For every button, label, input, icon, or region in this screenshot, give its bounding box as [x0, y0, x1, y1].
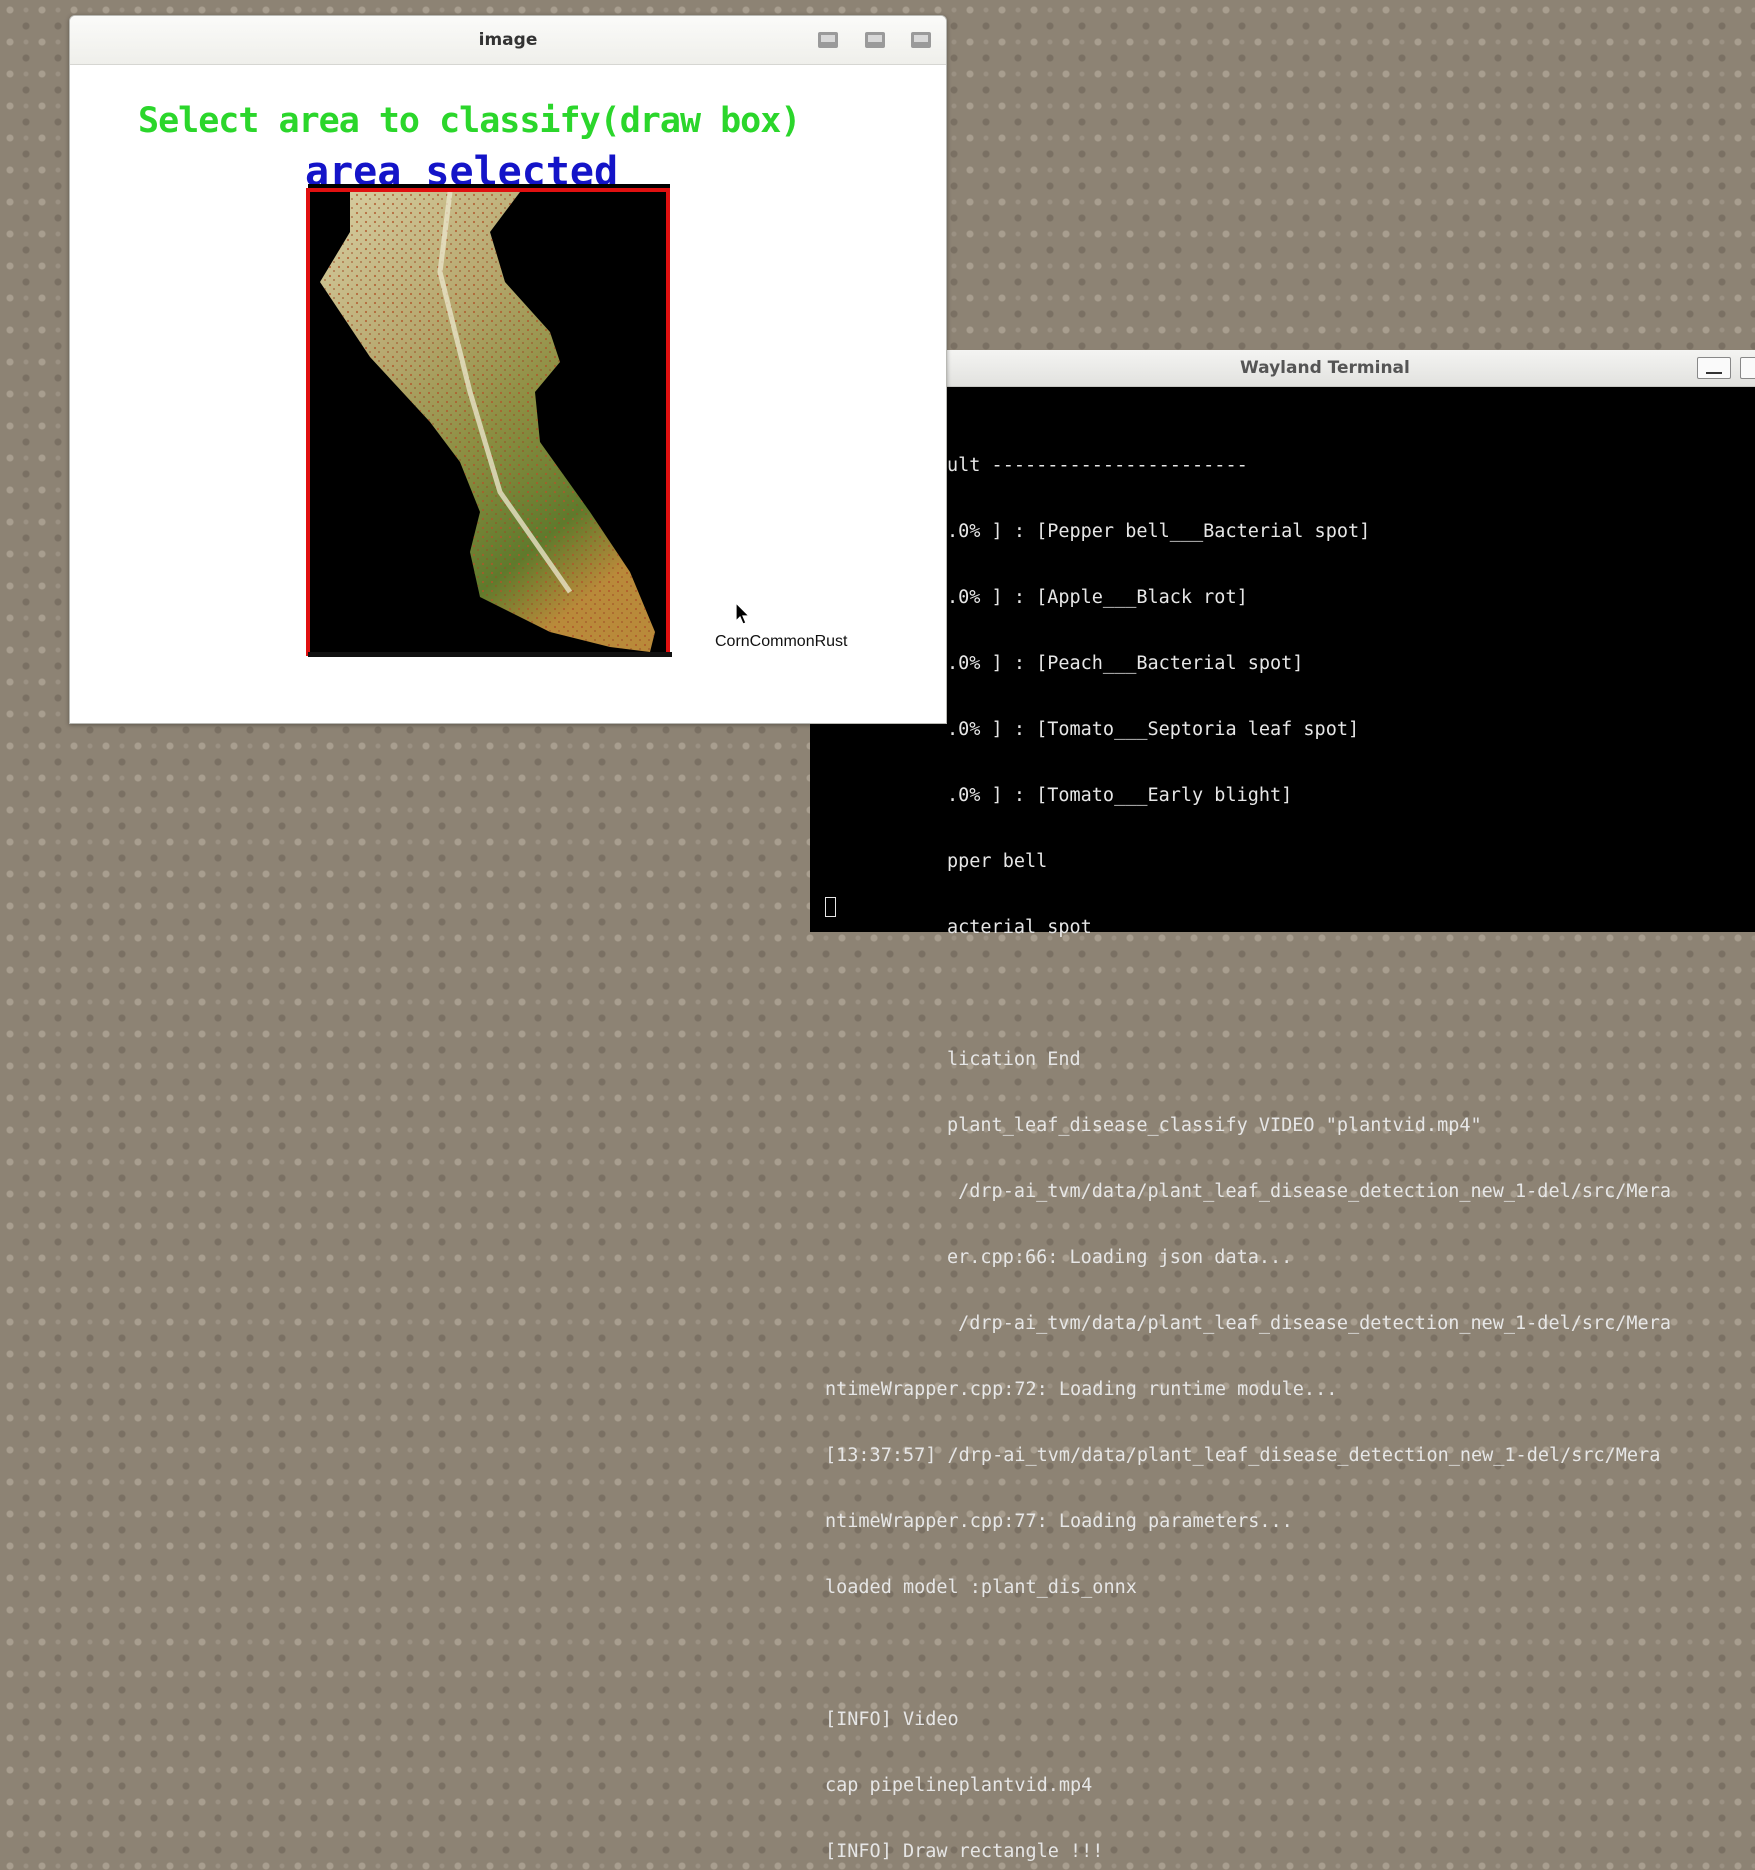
terminal-line: [13:37:57] /drp-ai_tvm/data/plant_leaf_d…	[825, 1445, 1661, 1466]
window-button-icon[interactable]	[865, 32, 885, 48]
image-window[interactable]: image Select area to classify(draw box) …	[69, 15, 947, 724]
terminal-log: ult ----------------------- .0% ] : [Pep…	[825, 411, 1755, 1870]
terminal-line: pper bell	[947, 851, 1048, 872]
terminal-line: ntimeWrapper.cpp:77: Loading parameters.…	[825, 1511, 1293, 1532]
terminal-line: [INFO] Draw rectangle !!!	[825, 1841, 1104, 1862]
window-button-icon[interactable]	[818, 32, 838, 48]
terminal-line: .0% ] : [Pepper bell___Bacterial spot]	[947, 521, 1371, 542]
terminal-line: plant_leaf_disease_classify VIDEO "plant…	[947, 1115, 1482, 1136]
selection-box-shadow	[308, 652, 672, 657]
terminal-cursor	[825, 897, 836, 917]
terminal-line: cap pipelineplantvid.mp4	[825, 1775, 1093, 1796]
mouse-pointer-icon	[735, 602, 751, 625]
terminal-line: .0% ] : [Tomato___Early blight]	[947, 785, 1293, 806]
maximize-button[interactable]	[1740, 357, 1755, 379]
window-button-icon[interactable]	[911, 32, 931, 48]
leaf-image	[320, 192, 655, 652]
terminal-line: acterial spot	[947, 917, 1092, 938]
terminal-line: ntimeWrapper.cpp:72: Loading runtime mod…	[825, 1379, 1338, 1400]
instruction-text: Select area to classify(draw box)	[138, 101, 801, 141]
terminal-line: loaded model :plant_dis_onnx	[825, 1577, 1137, 1598]
classification-result: CornCommonRust	[715, 633, 848, 650]
terminal-line: er.cpp:66: Loading json data...	[947, 1247, 1293, 1268]
selection-box[interactable]	[306, 188, 670, 656]
image-window-titlebar[interactable]: image	[70, 16, 946, 65]
terminal-line: .0% ] : [Peach___Bacterial spot]	[947, 653, 1304, 674]
minimize-icon	[1706, 372, 1722, 374]
terminal-line: .0% ] : [Apple___Black rot]	[947, 587, 1248, 608]
image-window-title: image	[478, 30, 538, 50]
terminal-line: .0% ] : [Tomato___Septoria leaf spot]	[947, 719, 1360, 740]
terminal-title: Wayland Terminal	[1240, 358, 1410, 378]
terminal-line: /drp-ai_tvm/data/plant_leaf_disease_dete…	[947, 1181, 1671, 1202]
minimize-button[interactable]	[1697, 357, 1731, 379]
terminal-line: /drp-ai_tvm/data/plant_leaf_disease_dete…	[947, 1313, 1671, 1334]
terminal-line: [INFO] Video	[825, 1709, 959, 1730]
terminal-line: ult -----------------------	[947, 455, 1248, 476]
terminal-line: lication End	[947, 1049, 1081, 1070]
